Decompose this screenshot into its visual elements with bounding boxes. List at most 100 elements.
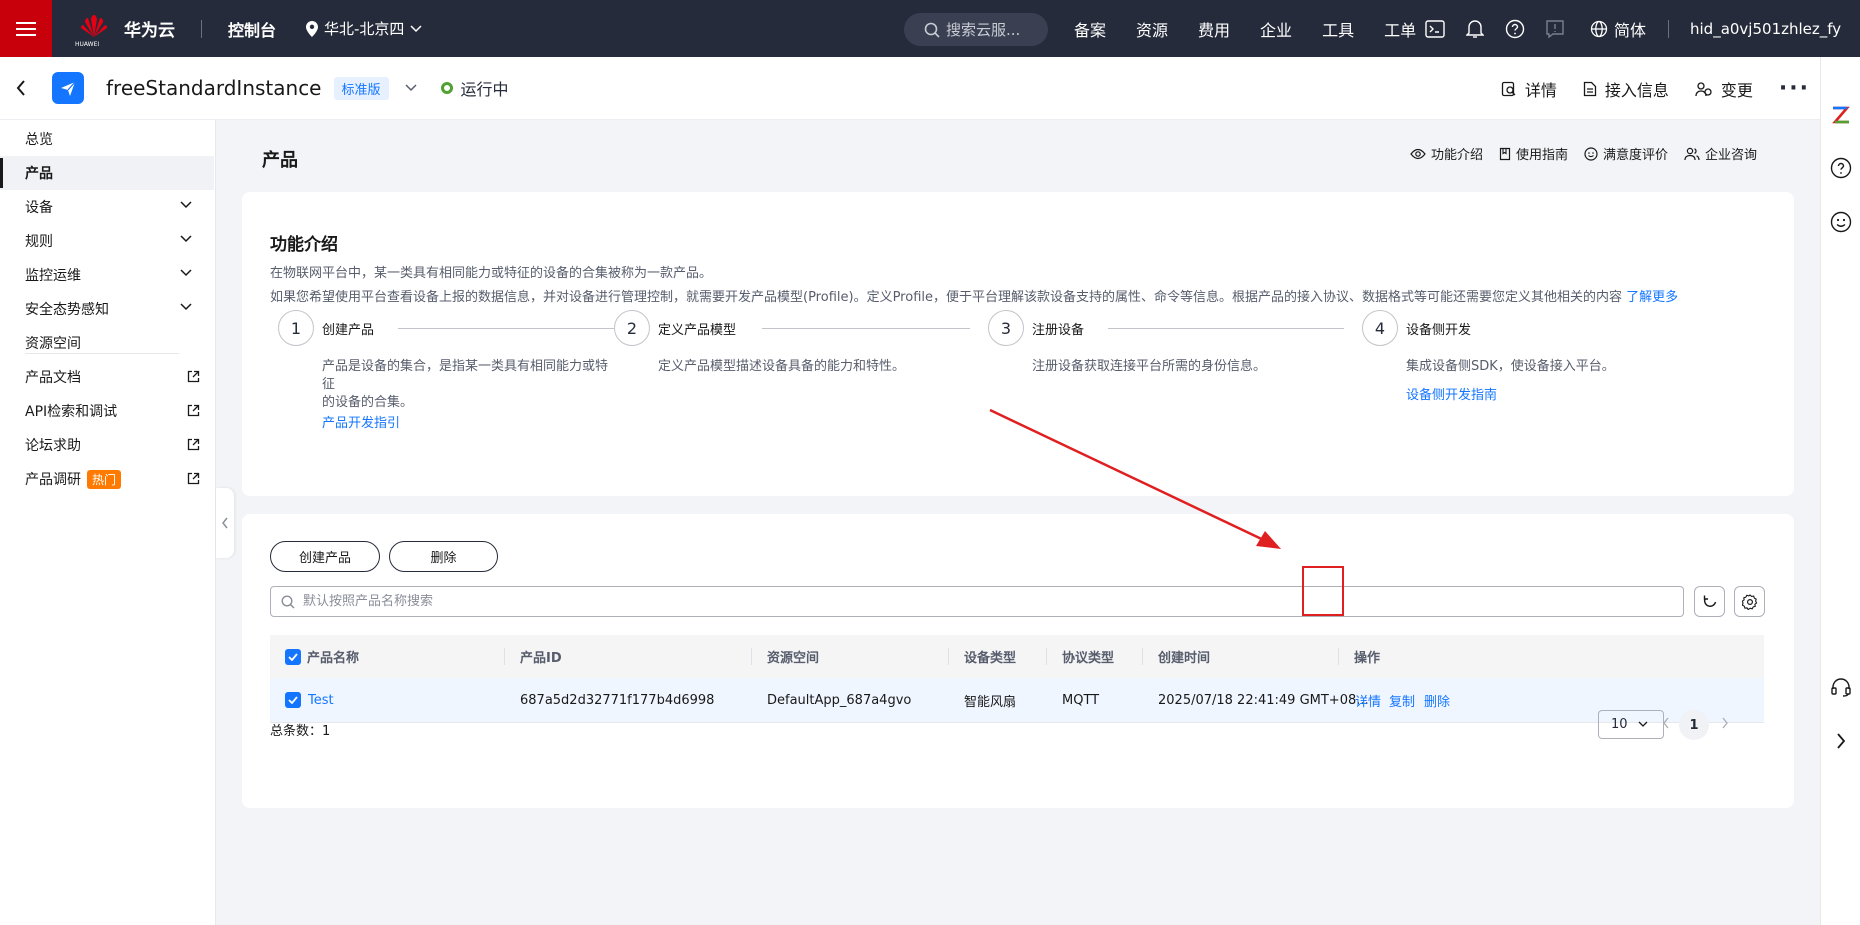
sidebar-collapse-toggle[interactable] [216,488,234,558]
chevron-right-icon[interactable] [1829,729,1853,753]
column-header-space: 资源空间 [767,651,820,666]
sidebar-item-docs[interactable]: 产品文档 [0,360,214,394]
step-description: 集成设备侧SDK，使设备接入平台。 [1406,359,1615,374]
user-account[interactable]: hid_a0vj501zhlez_fy [1690,0,1841,57]
feature-intro-card: 功能介绍 在物联网平台中，某一类具有相同能力或特征的设备的合集被称为一款产品。 … [242,192,1794,496]
brand[interactable]: HUAWEI 华为云 [75,13,175,48]
headset-support-icon[interactable] [1829,675,1853,699]
product-search-input[interactable] [303,594,1603,609]
nav-billing[interactable]: 费用 [1198,17,1230,41]
help-icon[interactable] [1504,18,1526,40]
total-count-label: 总条数： [270,724,323,739]
change-label: 变更 [1720,80,1753,100]
delete-button[interactable]: 删除 [389,541,498,572]
step-number: 4 [1362,310,1398,346]
search-icon [281,594,295,608]
instance-switch-chevron-icon[interactable] [404,84,417,92]
device-dev-guide-link[interactable]: 设备侧开发指南 [1406,384,1497,403]
feature-intro-link[interactable]: 功能介绍 [1410,144,1483,163]
product-search[interactable] [270,586,1684,617]
select-all-checkbox[interactable] [285,635,301,678]
huawei-logo-icon: HUAWEI [75,13,110,48]
table-row: Test 687a5d2d32771f177b4d6998 DefaultApp… [270,678,1764,723]
next-page-icon[interactable] [1721,717,1729,729]
page-title: 产品 [262,150,298,171]
chevron-down-icon [180,303,192,311]
chevron-down-icon [180,269,192,277]
sidebar-item-monitoring[interactable]: 监控运维 [0,258,214,292]
column-header-id: 产品ID [520,651,562,666]
sidebar-item-resource-space[interactable]: 资源空间 [0,326,214,360]
external-link-icon [187,370,200,383]
nav-tickets[interactable]: 工单 [1384,17,1416,41]
console-link[interactable]: 控制台 [228,17,276,41]
sidebar-item-security[interactable]: 安全态势感知 [0,292,214,326]
help-icon[interactable] [1829,156,1853,180]
enterprise-consult-label: 企业咨询 [1704,148,1757,163]
menu-icon[interactable] [0,0,52,57]
global-search[interactable]: 搜索云服... [904,13,1048,46]
sidebar-item-overview[interactable]: 总览 [0,122,214,156]
row-checkbox[interactable] [285,678,301,722]
intro-description: 在物联网平台中，某一类具有相同能力或特征的设备的合集被称为一款产品。 [270,266,713,281]
satisfaction-rating-link[interactable]: 满意度评价 [1584,144,1668,163]
bell-icon[interactable] [1464,18,1486,40]
sidebar-item-rules[interactable]: 规则 [0,224,214,258]
product-copy-link[interactable]: 复制 [1389,678,1415,722]
column-header-actions: 操作 [1354,651,1381,666]
checkbox-checked-icon [285,648,301,665]
sidebar-item-label: API检索和调试 [25,404,118,420]
learn-more-link[interactable]: 了解更多 [1626,290,1678,305]
nav-enterprise[interactable]: 企业 [1260,17,1292,41]
device-type: 智能风扇 [964,694,1017,710]
divider [25,353,179,354]
enterprise-consult-link[interactable]: 企业咨询 [1684,144,1757,163]
status-running-icon [440,82,453,94]
page-number-current[interactable]: 1 [1679,710,1709,740]
step-connector [398,328,634,329]
sidebar-item-products[interactable]: 产品 [0,156,214,190]
protocol-type: MQTT [1062,692,1100,708]
sidebar-item-forum[interactable]: 论坛求助 [0,428,214,462]
sidebar-item-api-explorer[interactable]: API检索和调试 [0,394,214,428]
nav-tools[interactable]: 工具 [1322,17,1354,41]
back-arrow-icon[interactable] [16,80,38,96]
hot-badge: 热门 [87,469,122,489]
product-detail-link[interactable]: 详情 [1355,678,1381,722]
language-selector[interactable]: 简体 [1590,0,1646,57]
smiley-feedback-icon[interactable] [1829,210,1853,234]
consult-users-icon [1684,147,1700,160]
sidebar-item-devices[interactable]: 设备 [0,190,214,224]
intro-title: 功能介绍 [270,235,338,255]
product-name-link[interactable]: Test [308,678,334,722]
create-product-button[interactable]: 创建产品 [270,541,380,572]
nav-resources[interactable]: 资源 [1136,17,1168,41]
refresh-button[interactable] [1694,586,1725,617]
total-count-value: 1 [322,724,331,739]
product-delete-link[interactable]: 删除 [1424,678,1450,722]
access-info-button[interactable]: 接入信息 [1583,77,1669,101]
product-dev-guide-link[interactable]: 产品开发指引 [322,412,400,431]
nav-beian[interactable]: 备案 [1074,17,1106,41]
change-button[interactable]: 变更 [1695,77,1753,101]
feedback-icon[interactable] [1544,18,1566,40]
brand-small-text: HUAWEI [75,40,100,48]
instance-detail-button[interactable]: 详情 [1501,77,1557,101]
cloud-shell-icon[interactable] [1424,18,1446,40]
edition-tag: 标准版 [333,76,389,100]
sidebar-item-survey[interactable]: 产品调研 热门 [0,462,214,496]
divider [1668,20,1669,38]
column-separator [1046,648,1047,665]
settings-button[interactable] [1734,586,1765,617]
user-guide-link[interactable]: 使用指南 [1499,144,1568,163]
assistant-logo-icon[interactable] [1829,103,1853,127]
sidebar-item-label: 产品调研 [25,472,81,488]
sidebar-item-label: 论坛求助 [25,438,81,454]
prev-page-icon[interactable] [1662,717,1670,729]
region-selector[interactable]: 华北-北京四 [306,18,422,39]
chevron-down-icon [180,235,192,243]
top-nav-bar: HUAWEI 华为云 控制台 华北-北京四 搜索云服... 备案 资源 费用 企… [0,0,1860,57]
more-options-icon[interactable]: ··· [1779,76,1810,101]
page-size-select[interactable]: 10 [1598,710,1664,739]
total-count: 总条数：1 [270,720,330,739]
